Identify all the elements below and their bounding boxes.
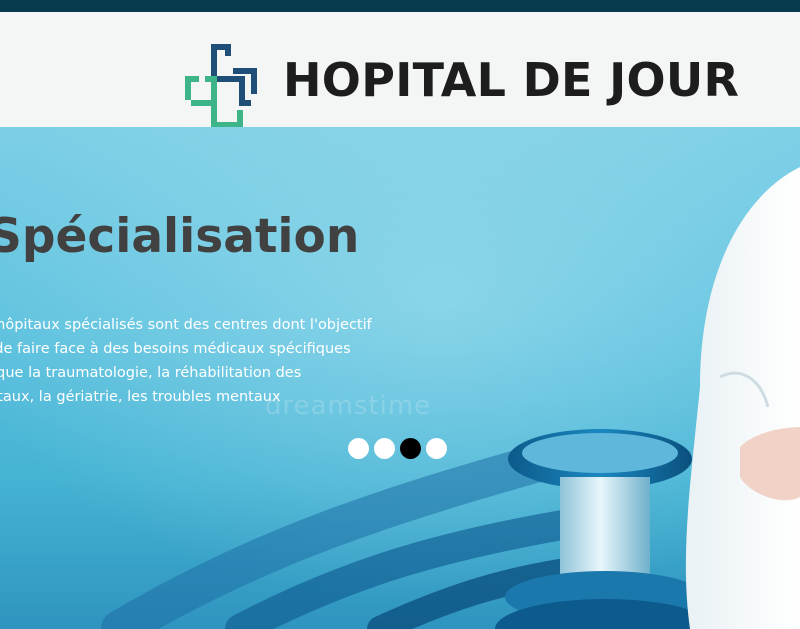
watermark: dreamstime [265, 391, 432, 421]
site-title[interactable]: HOPITAL DE JOUR [283, 50, 739, 110]
slide-text-line: t de faire face à des besoins médicaux s… [0, 341, 351, 357]
slider-dot-2[interactable] [374, 438, 395, 459]
top-color-strip [0, 0, 800, 12]
hero-slider: Spécialisation s hôpitaux spécialisés so… [0, 127, 800, 629]
slide-text-line: s hôpitaux spécialisés sont des centres … [0, 317, 372, 333]
slider-dot-4[interactable] [426, 438, 447, 459]
medical-cross-logo-icon[interactable] [183, 42, 267, 128]
slider-dot-1[interactable] [348, 438, 369, 459]
site-header: HOPITAL DE JOUR [0, 12, 800, 128]
slide-title: Spécialisation [0, 209, 360, 264]
slider-pagination [348, 438, 447, 460]
slide-text-line: s que la traumatologie, la réhabilitatio… [0, 365, 302, 381]
slider-dot-3[interactable] [400, 438, 421, 459]
